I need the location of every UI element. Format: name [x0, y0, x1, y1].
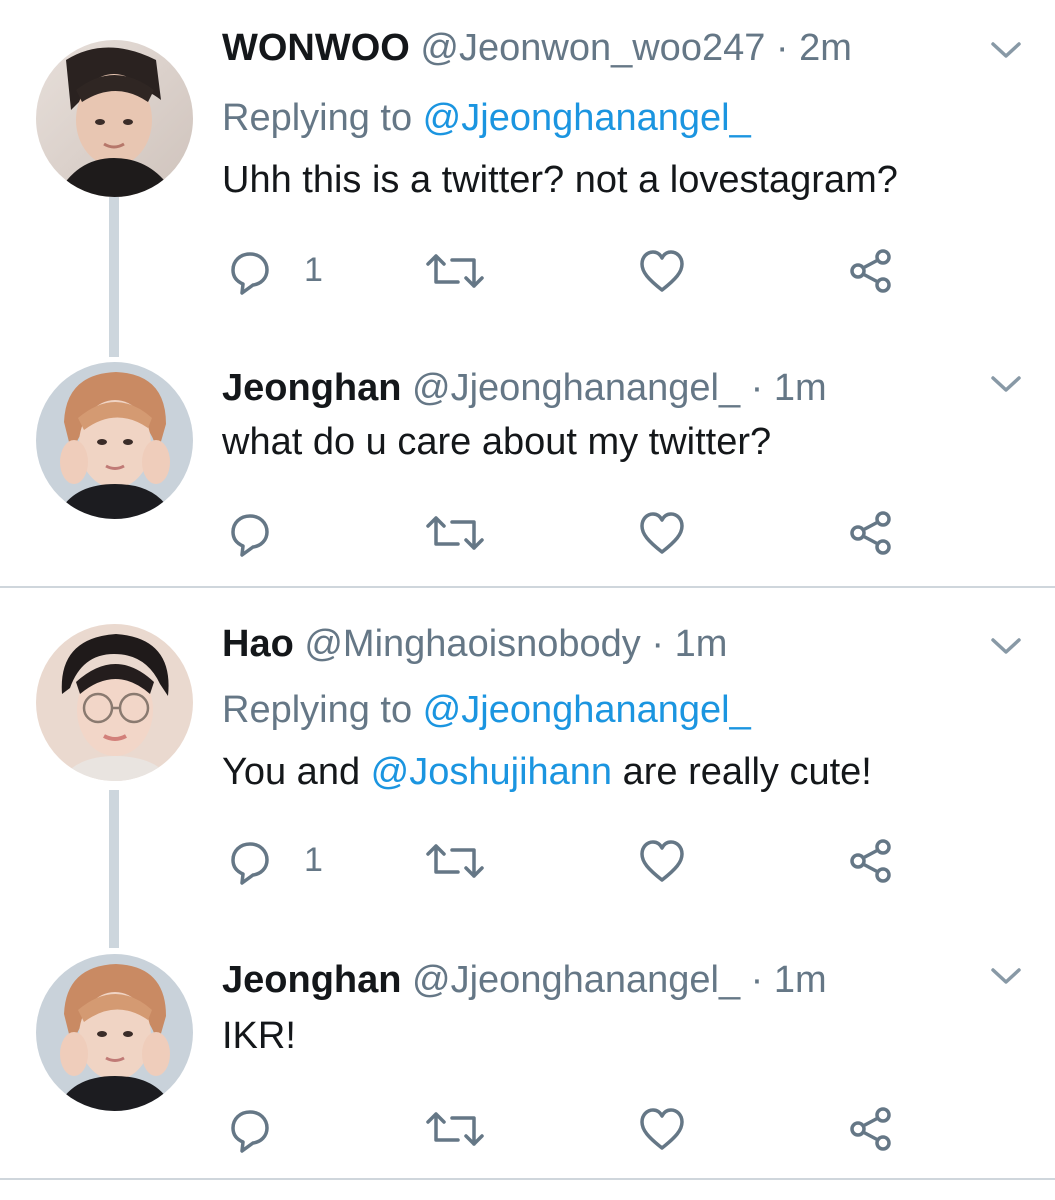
- share-button[interactable]: [847, 508, 895, 558]
- tweet-header: Hao @Minghaoisnobody · 1m: [222, 620, 727, 668]
- timestamp[interactable]: 1m: [774, 367, 827, 409]
- handle[interactable]: @Jjeonghanangel_: [412, 959, 740, 1001]
- separator: ·: [740, 367, 774, 409]
- retweet-button[interactable]: [424, 246, 486, 296]
- retweet-button[interactable]: [424, 508, 486, 558]
- more-options-button[interactable]: [988, 634, 1024, 658]
- display-name[interactable]: Jeonghan: [222, 367, 401, 409]
- tweet[interactable]: Hao @Minghaoisnobody · 1m Replying to @J…: [0, 618, 1055, 918]
- avatar-photo: [36, 954, 193, 1111]
- share-icon: [850, 249, 891, 293]
- retweet-icon: [426, 254, 484, 288]
- retweet-icon: [426, 516, 484, 550]
- replying-to-mention[interactable]: @Jjeonghanangel_: [423, 689, 751, 731]
- avatar-photo: [36, 624, 193, 781]
- more-options-button[interactable]: [988, 372, 1024, 396]
- reply-button[interactable]: 1: [228, 836, 338, 886]
- tweet-text: what do u care about my twitter?: [222, 421, 772, 463]
- handle[interactable]: @Jjeonghanangel_: [412, 367, 740, 409]
- speech-bubble-icon: [231, 514, 269, 557]
- thread-divider: [0, 1178, 1055, 1180]
- speech-bubble-icon: [231, 842, 269, 885]
- share-button[interactable]: [847, 246, 895, 296]
- display-name[interactable]: Hao: [222, 623, 294, 665]
- avatar-photo: [36, 40, 193, 197]
- tweet-text-part: You and: [222, 751, 371, 793]
- thread-divider: [0, 586, 1055, 588]
- replying-to: Replying to @Jjeonghanangel_: [222, 686, 751, 734]
- speech-bubble-icon: [231, 252, 269, 295]
- tweet-header: WONWOO @Jeonwon_woo247 · 2m: [222, 24, 852, 72]
- avatar[interactable]: [36, 40, 193, 197]
- tweet-text: IKR!: [222, 1015, 296, 1057]
- tweet-header: Jeonghan @Jjeonghanangel_ · 1m: [222, 364, 827, 412]
- chevron-down-icon: [991, 42, 1021, 58]
- more-options-button[interactable]: [988, 38, 1024, 62]
- like-button[interactable]: [638, 508, 686, 558]
- chevron-down-icon: [991, 376, 1021, 392]
- tweet[interactable]: WONWOO @Jeonwon_woo247 · 2m Replying to …: [0, 24, 1055, 324]
- replying-to-mention[interactable]: @Jjeonghanangel_: [423, 97, 751, 139]
- heart-icon: [640, 250, 684, 292]
- tweet-actions: 1: [222, 246, 922, 296]
- share-icon: [850, 1107, 891, 1151]
- timeline: WONWOO @Jeonwon_woo247 · 2m Replying to …: [0, 0, 1055, 1200]
- handle[interactable]: @Minghaoisnobody: [304, 623, 640, 665]
- tweet-header: Jeonghan @Jjeonghanangel_ · 1m: [222, 956, 827, 1004]
- reply-button[interactable]: [228, 508, 338, 558]
- share-button[interactable]: [847, 1104, 895, 1154]
- retweet-button[interactable]: [424, 1104, 486, 1154]
- avatar[interactable]: [36, 954, 193, 1111]
- replying-to: Replying to @Jjeonghanangel_: [222, 94, 751, 142]
- heart-icon: [640, 512, 684, 554]
- avatar[interactable]: [36, 362, 193, 519]
- separator: ·: [740, 959, 774, 1001]
- tweet-text: Uhh this is a twitter? not a lovestagram…: [222, 159, 898, 201]
- replying-to-label: Replying to: [222, 97, 423, 139]
- display-name[interactable]: Jeonghan: [222, 959, 401, 1001]
- heart-icon: [640, 840, 684, 882]
- tweet[interactable]: Jeonghan @Jjeonghanangel_ · 1m IKR!: [0, 954, 1055, 1174]
- reply-count: 1: [304, 841, 323, 879]
- timestamp[interactable]: 1m: [774, 959, 827, 1001]
- retweet-icon: [426, 844, 484, 878]
- separator: ·: [765, 27, 800, 69]
- tweet-actions: [222, 1104, 922, 1154]
- tweet-text-part: are really cute!: [612, 751, 872, 793]
- heart-icon: [640, 1108, 684, 1150]
- more-options-button[interactable]: [988, 964, 1024, 988]
- share-icon: [850, 839, 891, 883]
- share-icon: [850, 511, 891, 555]
- reply-button[interactable]: 1: [228, 246, 338, 296]
- retweet-icon: [426, 1112, 484, 1146]
- tweet-mention[interactable]: @Joshujihann: [371, 751, 612, 793]
- handle[interactable]: @Jeonwon_woo247: [420, 27, 765, 69]
- reply-count: 1: [304, 251, 323, 289]
- tweet-actions: [222, 508, 922, 558]
- tweet-text: You and @Joshujihann are really cute!: [222, 748, 872, 796]
- retweet-button[interactable]: [424, 836, 486, 886]
- chevron-down-icon: [991, 968, 1021, 984]
- chevron-down-icon: [991, 638, 1021, 654]
- avatar[interactable]: [36, 624, 193, 781]
- tweet-actions: 1: [222, 836, 922, 886]
- avatar-photo: [36, 362, 193, 519]
- share-button[interactable]: [847, 836, 895, 886]
- timestamp[interactable]: 1m: [675, 623, 728, 665]
- tweet[interactable]: Jeonghan @Jjeonghanangel_ · 1m what do u…: [0, 362, 1055, 582]
- timestamp[interactable]: 2m: [799, 27, 852, 69]
- replying-to-label: Replying to: [222, 689, 423, 731]
- separator: ·: [640, 623, 675, 665]
- speech-bubble-icon: [231, 1110, 269, 1153]
- reply-button[interactable]: [228, 1104, 338, 1154]
- like-button[interactable]: [638, 246, 686, 296]
- like-button[interactable]: [638, 836, 686, 886]
- display-name[interactable]: WONWOO: [222, 27, 410, 69]
- like-button[interactable]: [638, 1104, 686, 1154]
